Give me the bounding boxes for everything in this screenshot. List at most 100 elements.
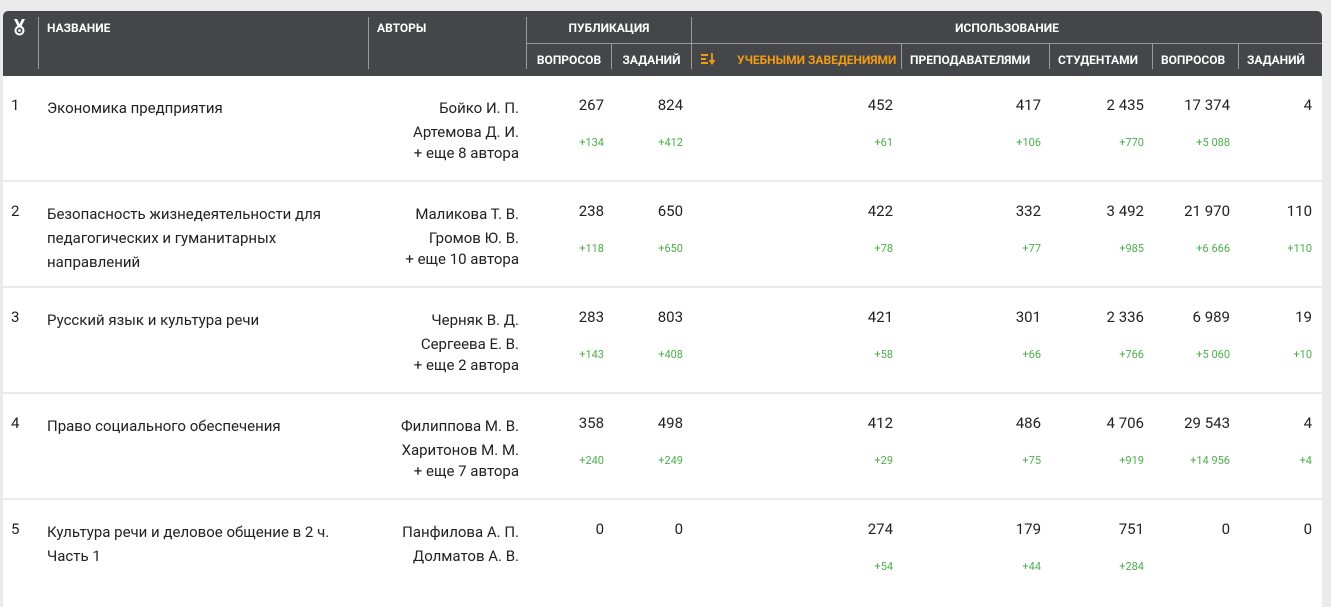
row-rank: 3 <box>11 308 20 326</box>
award-icon <box>13 19 26 39</box>
table-row[interactable]: 1 Экономика предприятия Бойко И. П. Артемов… <box>3 76 1322 180</box>
more-authors-link[interactable]: + еще 8 автора <box>414 144 519 162</box>
use-questions-count-delta: +6 666 <box>1196 242 1230 255</box>
col-header-name[interactable]: НАЗВАНИЕ <box>47 21 110 35</box>
col-header-institutions[interactable]: УЧЕБНЫМИ ЗАВЕДЕНИЯМИ <box>737 53 896 67</box>
students-count: 2 336 <box>1106 308 1144 326</box>
pub-questions-delta: +143 <box>579 348 604 361</box>
students-count-delta: +770 <box>1119 136 1144 149</box>
author-link[interactable]: Черняк В. Д. <box>431 308 519 332</box>
group-header-publication: ПУБЛИКАЦИЯ <box>568 21 650 35</box>
author-link[interactable]: Сергеева Е. В. <box>421 332 519 356</box>
institutions-count: 274 <box>867 520 893 538</box>
author-link[interactable]: Долматов А. В. <box>413 544 519 568</box>
book-title-link[interactable]: педагогических и гуманитарных <box>47 226 276 250</box>
use-questions-count: 29 543 <box>1184 414 1230 432</box>
table-row[interactable]: 4 Право социального обеспечения Филиппова … <box>3 394 1322 498</box>
book-title-link[interactable]: Культура речи и деловое общение в 2 ч. <box>47 520 329 544</box>
use-tasks-count: 110 <box>1286 202 1312 220</box>
teachers-count-delta: +77 <box>1022 242 1041 255</box>
col-header-use-tasks[interactable]: ЗАДАНИЙ <box>1247 53 1305 67</box>
sort-desc-icon[interactable] <box>701 53 716 68</box>
author-link[interactable]: Маликова Т. В. <box>415 202 519 226</box>
author-link[interactable]: Громов Ю. В. <box>429 226 519 250</box>
teachers-count-delta: +66 <box>1022 348 1041 361</box>
institutions-count-delta: +54 <box>874 560 893 573</box>
use-tasks-count-delta: +4 <box>1299 454 1312 467</box>
book-title-link[interactable]: Русский язык и культура речи <box>47 308 259 332</box>
author-link[interactable]: Панфилова А. П. <box>402 520 519 544</box>
institutions-count-delta: +61 <box>874 136 893 149</box>
pub-tasks-delta: +408 <box>658 348 683 361</box>
author-link[interactable]: Артемова Д. И. <box>413 120 519 144</box>
book-title-link[interactable]: Часть 1 <box>47 544 101 568</box>
col-header-students[interactable]: СТУДЕНТАМИ <box>1058 53 1138 67</box>
institutions-count: 422 <box>867 202 893 220</box>
pub-tasks-delta: +650 <box>658 242 683 255</box>
institutions-count-delta: +78 <box>874 242 893 255</box>
students-count: 4 706 <box>1106 414 1144 432</box>
more-authors-link[interactable]: + еще 10 автора <box>405 250 519 268</box>
col-header-pub-tasks[interactable]: ЗАДАНИЙ <box>612 53 691 67</box>
students-count-delta: +919 <box>1119 454 1144 467</box>
institutions-count: 421 <box>867 308 893 326</box>
pub-tasks-delta: +412 <box>658 136 683 149</box>
pub-questions: 238 <box>578 202 604 220</box>
use-questions-count: 0 <box>1221 520 1230 538</box>
students-count-delta: +284 <box>1119 560 1144 573</box>
pub-questions: 283 <box>578 308 604 326</box>
students-count: 751 <box>1118 520 1144 538</box>
teachers-count: 486 <box>1015 414 1041 432</box>
use-tasks-count: 4 <box>1303 414 1312 432</box>
row-rank: 1 <box>11 96 20 114</box>
students-count: 2 435 <box>1106 96 1144 114</box>
use-questions-count: 6 989 <box>1192 308 1230 326</box>
teachers-count-delta: +44 <box>1022 560 1041 573</box>
table-row[interactable] <box>3 597 1322 607</box>
more-authors-link[interactable]: + еще 2 автора <box>414 356 519 374</box>
use-tasks-count: 19 <box>1295 308 1312 326</box>
use-tasks-count-delta: +110 <box>1287 242 1312 255</box>
col-header-use-questions[interactable]: ВОПРОСОВ <box>1161 53 1225 67</box>
author-link[interactable]: Филиппова М. В. <box>401 414 519 438</box>
book-title-link[interactable]: Право социального обеспечения <box>47 414 281 438</box>
teachers-count: 417 <box>1015 96 1041 114</box>
institutions-count-delta: +58 <box>874 348 893 361</box>
use-questions-count-delta: +14 956 <box>1190 454 1230 467</box>
more-authors-link[interactable]: + еще 7 автора <box>414 462 519 480</box>
teachers-count: 301 <box>1015 308 1041 326</box>
use-questions-count-delta: +5 060 <box>1196 348 1230 361</box>
use-questions-count-delta: +5 088 <box>1196 136 1230 149</box>
book-title-link[interactable]: направлений <box>47 250 140 274</box>
pub-tasks: 650 <box>657 202 683 220</box>
col-header-authors[interactable]: АВТОРЫ <box>377 21 426 35</box>
row-rank: 5 <box>11 520 20 538</box>
book-title-link[interactable]: Экономика предприятия <box>47 96 223 120</box>
pub-questions: 358 <box>578 414 604 432</box>
table-header: НАЗВАНИЕ АВТОРЫ ПУБЛИКАЦИЯ ИСПОЛЬЗОВАНИЕ… <box>3 11 1322 76</box>
students-count-delta: +985 <box>1119 242 1144 255</box>
institutions-count: 452 <box>867 96 893 114</box>
pub-tasks: 498 <box>657 414 683 432</box>
table-row[interactable]: 5 Культура речи и деловое общение в 2 ч. Ч… <box>3 500 1322 604</box>
pub-tasks: 824 <box>657 96 683 114</box>
teachers-count: 179 <box>1015 520 1041 538</box>
students-count: 3 492 <box>1106 202 1144 220</box>
pub-tasks-delta: +249 <box>658 454 683 467</box>
book-title-link[interactable]: Безопасность жизнедеятельности для <box>47 202 321 226</box>
table-row[interactable]: 2 Безопасность жизнедеятельности для педаг… <box>3 182 1322 286</box>
teachers-count-delta: +106 <box>1016 136 1041 149</box>
col-header-teachers[interactable]: ПРЕПОДАВАТЕЛЯМИ <box>910 53 1030 67</box>
use-tasks-count: 0 <box>1303 520 1312 538</box>
pub-questions-delta: +134 <box>579 136 604 149</box>
col-header-pub-questions[interactable]: ВОПРОСОВ <box>527 53 611 67</box>
table-row[interactable]: 3 Русский язык и культура речи Черняк В. Д… <box>3 288 1322 392</box>
teachers-count-delta: +75 <box>1022 454 1041 467</box>
row-rank: 2 <box>11 202 20 220</box>
institutions-count-delta: +29 <box>874 454 893 467</box>
author-link[interactable]: Бойко И. П. <box>439 96 519 120</box>
students-count-delta: +766 <box>1119 348 1144 361</box>
pub-tasks: 803 <box>657 308 683 326</box>
pub-questions: 267 <box>578 96 604 114</box>
author-link[interactable]: Харитонов М. М. <box>402 438 519 462</box>
